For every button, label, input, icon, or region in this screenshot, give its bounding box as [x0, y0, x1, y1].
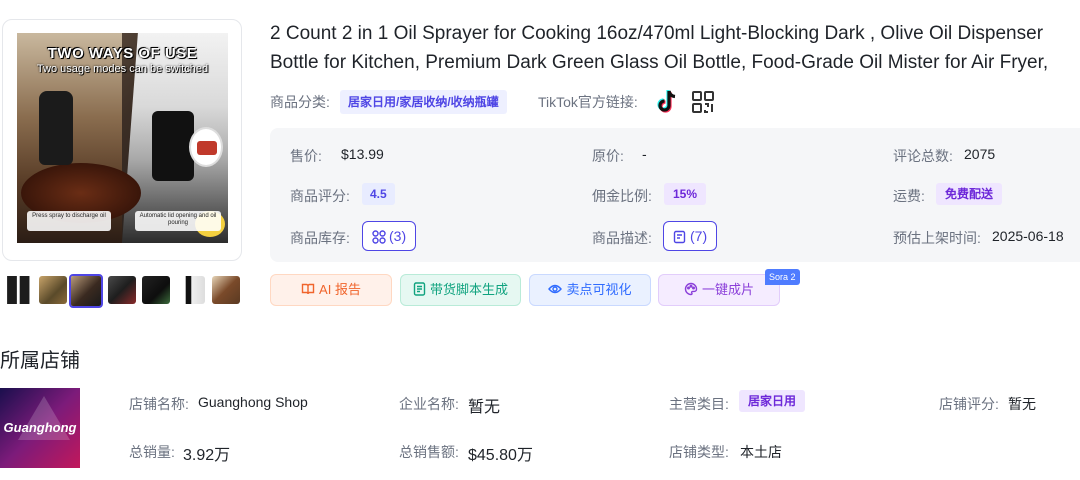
thumbnail[interactable] [177, 276, 205, 304]
book-icon [301, 283, 315, 295]
document-edit-icon [673, 230, 686, 244]
image-caption-left: Press spray to discharge oil [27, 211, 111, 231]
reviews-label: 评论总数: [893, 148, 953, 164]
visualize-button[interactable]: 卖点可视化 [529, 274, 651, 306]
company-name-value: 暂无 [468, 399, 501, 416]
script-icon [413, 282, 426, 296]
thumbnail[interactable] [39, 276, 67, 304]
one-key-video-label: 一键成片 [701, 282, 754, 297]
tiktok-link-label: TikTok官方链接: [538, 94, 638, 110]
eye-icon [548, 284, 563, 294]
image-caption-right: Automatic lid opening and oil pouring [135, 211, 221, 231]
commission-label: 佣金比例: [592, 188, 652, 204]
shop-logo-text: Guanghong [3, 420, 77, 435]
original-price-value: - [642, 146, 647, 162]
qr-code-icon[interactable] [691, 90, 715, 114]
reviews-value: 2075 [964, 146, 996, 162]
company-name-label: 企业名称: [399, 396, 459, 412]
stock-label: 商品库存: [290, 230, 350, 246]
palette-icon [684, 282, 698, 296]
description-label: 商品描述: [592, 230, 652, 246]
description-button[interactable]: (7) [663, 221, 718, 251]
product-main-image-frame: TWO WAYS OF USE Two usage modes can be s… [2, 19, 242, 261]
image-bottle-left [39, 91, 73, 165]
image-bottle-right [152, 111, 194, 181]
total-revenue-value: $45.80万 [468, 447, 533, 464]
total-sales-label: 总销量: [129, 444, 175, 460]
stock-count: (3) [389, 228, 407, 244]
shipping-badge: 免费配送 [936, 183, 1003, 205]
shop-score-label: 店铺评分: [939, 396, 999, 412]
script-generate-button[interactable]: 带货脚本生成 [400, 274, 521, 306]
category-tag[interactable]: 居家日用/家居收纳/收纳瓶罐 [340, 90, 507, 114]
main-category-label: 主营类目: [669, 396, 729, 412]
visualize-label: 卖点可视化 [566, 282, 632, 297]
product-main-image[interactable]: TWO WAYS OF USE Two usage modes can be s… [17, 33, 228, 243]
sora-badge: Sora 2 [765, 269, 800, 285]
product-info-panel: 售价: $13.99 原价: - 评论总数: 2075 商品评分: 4.5 佣金… [270, 128, 1080, 262]
shop-type-value: 本土店 [740, 444, 782, 460]
commission-badge: 15% [664, 183, 707, 205]
script-generate-label: 带货脚本生成 [429, 282, 508, 297]
tiktok-icon[interactable] [655, 89, 679, 115]
main-category-badge: 居家日用 [739, 390, 806, 412]
image-subline: Two usage modes can be switched [36, 63, 209, 75]
shop-score-value: 暂无 [1008, 396, 1036, 412]
description-count: (7) [690, 228, 708, 244]
rating-label: 商品评分: [290, 188, 350, 204]
price-value: $13.99 [341, 146, 384, 162]
product-title: 2 Count 2 in 1 Oil Sprayer for Cooking 1… [270, 23, 1049, 73]
total-revenue-label: 总销售额: [399, 444, 459, 460]
shop-section-title: 所属店铺 [0, 350, 80, 372]
thumbnail[interactable] [108, 276, 136, 304]
original-price-label: 原价: [592, 148, 624, 164]
image-headline: TWO WAYS OF USE [47, 45, 198, 62]
ai-report-button[interactable]: AI 报告 [270, 274, 392, 306]
shipping-label: 运费: [893, 188, 925, 204]
price-label: 售价: [290, 148, 322, 164]
rating-badge: 4.5 [362, 183, 395, 205]
total-sales-value: 3.92万 [183, 447, 231, 464]
image-open-callout [189, 127, 223, 167]
ai-report-label: AI 报告 [319, 282, 361, 297]
launch-date-value: 2025-06-18 [992, 228, 1064, 244]
thumbnail[interactable] [212, 276, 240, 304]
launch-date-label: 预估上架时间: [893, 230, 981, 246]
shop-type-label: 店铺类型: [669, 444, 729, 460]
category-label: 商品分类: [270, 94, 330, 110]
shop-name-label: 店铺名称: [129, 396, 189, 412]
thumbnail[interactable] [142, 276, 170, 304]
thumbnail-active[interactable] [69, 274, 103, 308]
thumbnail[interactable] [4, 276, 32, 304]
grid-icon [372, 230, 386, 244]
stock-button[interactable]: (3) [362, 221, 417, 251]
one-key-video-button[interactable]: 一键成片 [658, 274, 780, 306]
shop-logo[interactable]: Guanghong [0, 388, 80, 468]
shop-name-value[interactable]: Guanghong Shop [198, 394, 308, 410]
